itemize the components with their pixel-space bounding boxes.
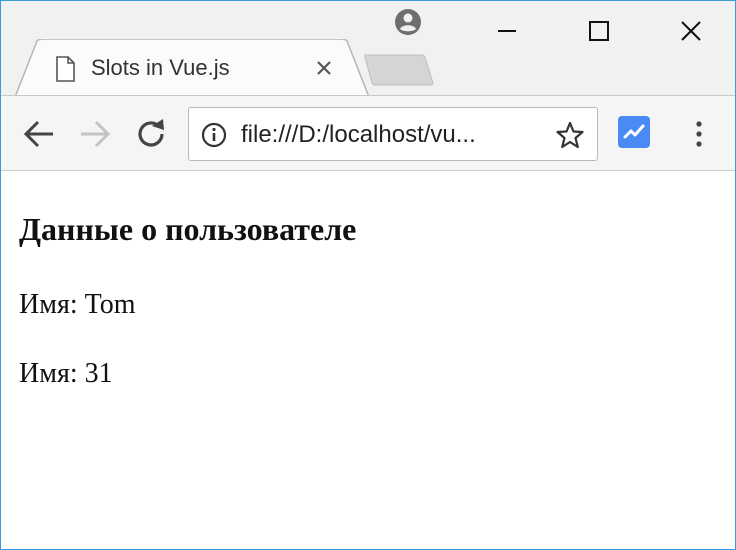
close-icon [681,21,701,41]
arrow-right-icon [81,120,111,148]
page-viewport: Данные о пользователе Имя: Tom Имя: 31 [1,171,735,549]
maximize-icon [589,21,609,41]
reload-button[interactable] [133,116,169,152]
minimize-icon [498,30,516,32]
tab-active[interactable]: Slots in Vue.js [15,39,375,97]
tab-close-icon[interactable] [313,57,335,79]
maximize-button[interactable] [553,1,645,61]
new-tab-button[interactable] [363,53,435,87]
page-icon [55,56,75,82]
tab-title: Slots in Vue.js [91,55,230,80]
user-age-line: Имя: 31 [19,358,113,389]
url-text[interactable]: file:///D:/localhost/vu... [241,121,476,149]
forward-button[interactable] [77,116,113,152]
info-icon[interactable] [201,122,227,148]
profile-icon[interactable] [393,7,423,37]
toolbar: file:///D:/localhost/vu... [1,95,735,171]
star-icon[interactable] [555,120,585,150]
back-button[interactable] [21,116,57,152]
more-menu-icon[interactable] [687,118,711,150]
browser-window: Slots in Vue.js file:///D:/localhost/vu.… [0,0,736,550]
reload-icon [138,119,164,147]
window-close-button[interactable] [645,1,736,61]
page-heading: Данные о пользователе [19,211,357,247]
user-name-line: Имя: Tom [19,289,136,320]
address-bar[interactable]: file:///D:/localhost/vu... [188,107,598,161]
minimize-button[interactable] [461,1,553,61]
extension-chart-icon[interactable] [618,116,650,148]
tab-strip: Slots in Vue.js [1,1,735,97]
arrow-left-icon [23,120,53,148]
